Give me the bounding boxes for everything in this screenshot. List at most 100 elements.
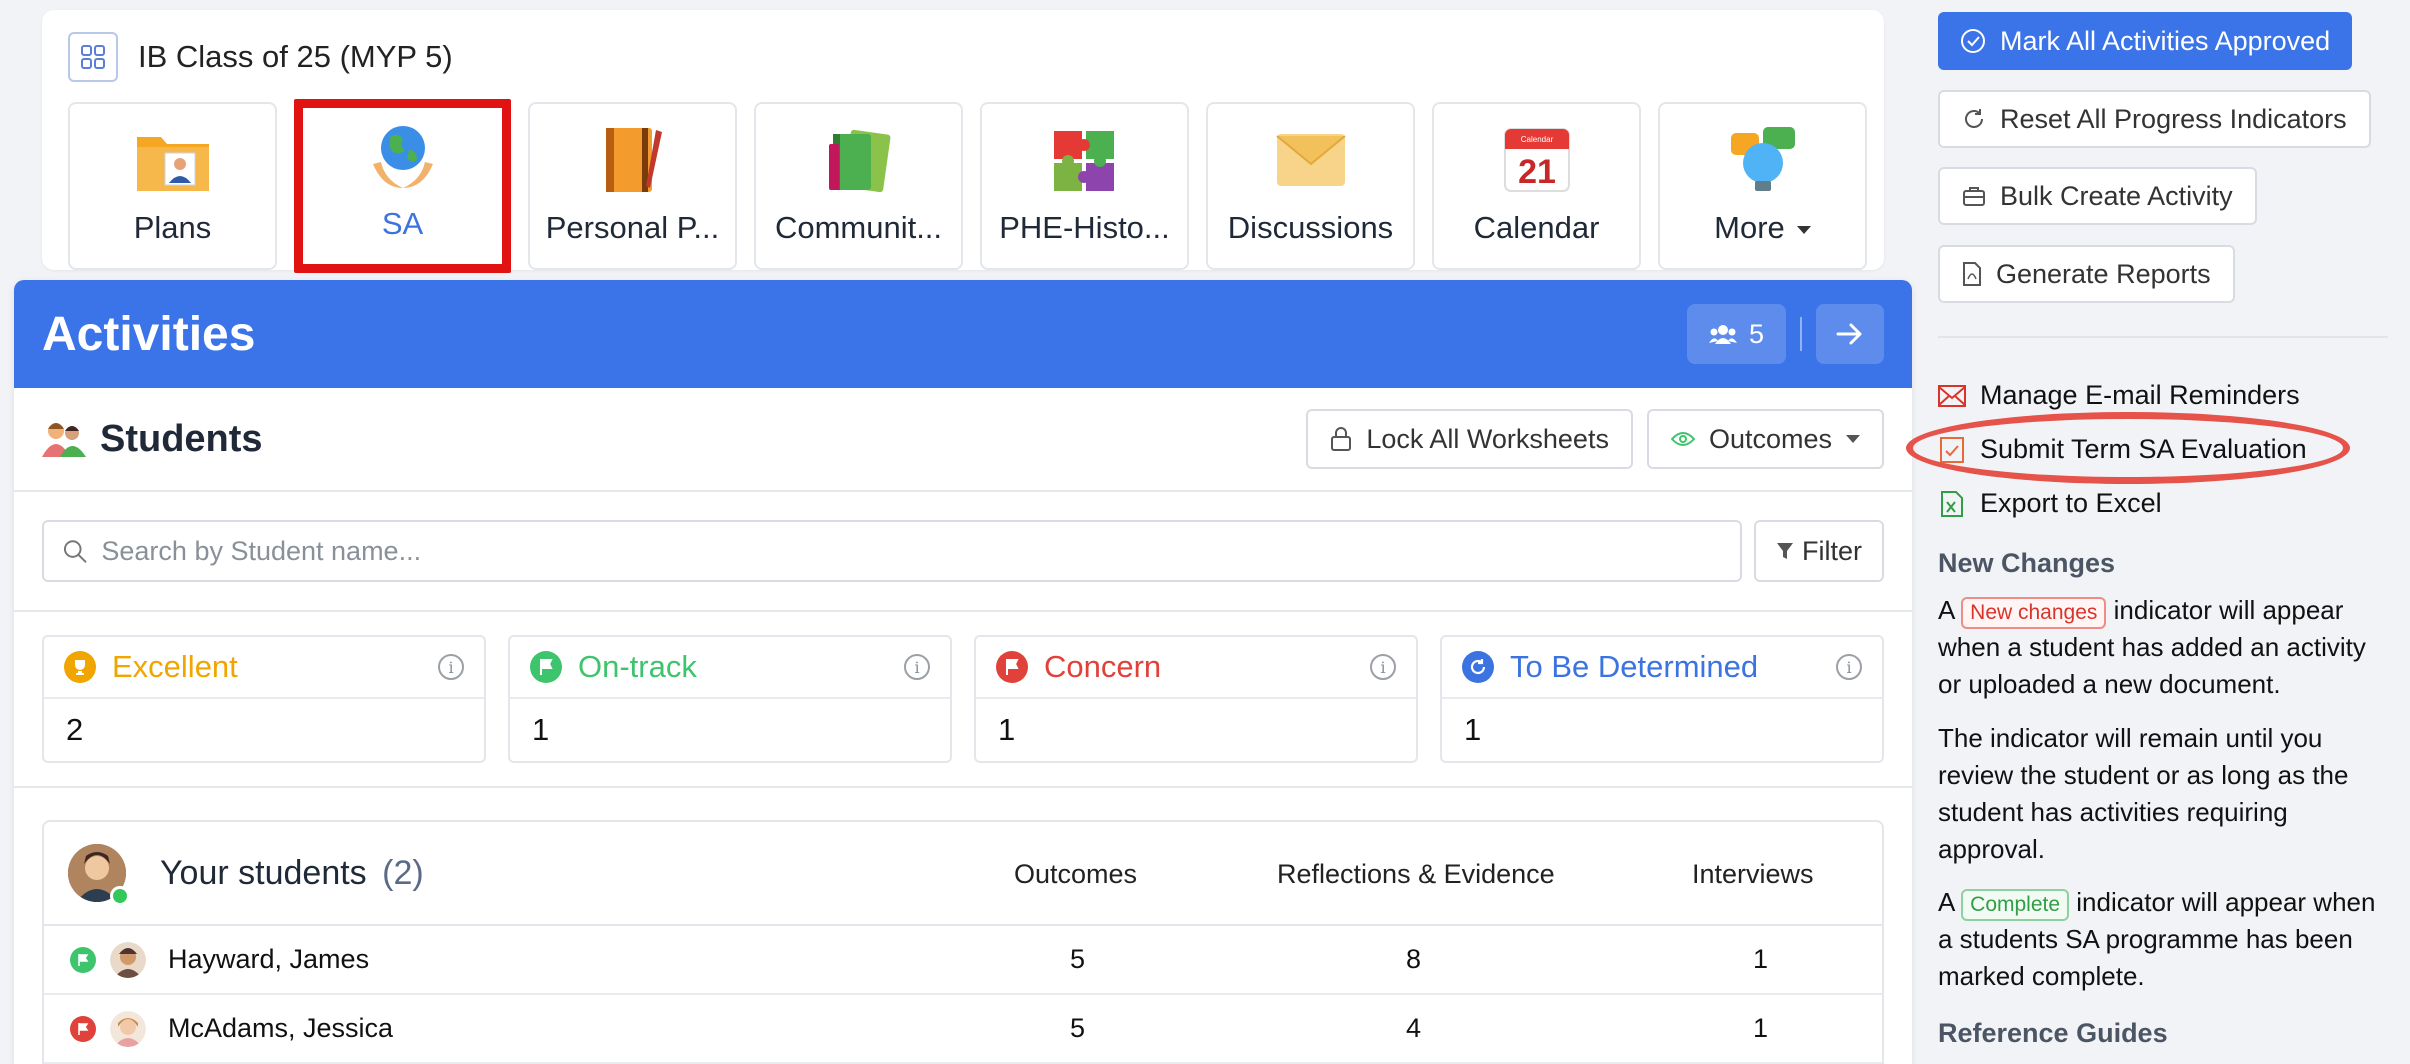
your-students-title: Your students (2) bbox=[160, 854, 424, 893]
outcomes-dropdown[interactable]: Outcomes bbox=[1646, 409, 1884, 469]
calendar-caption: Calendar bbox=[1520, 135, 1553, 144]
status-card-excellent[interactable]: Excellent i 2 bbox=[42, 635, 486, 763]
status-summary: Excellent i 2 On-track i 1 Concern i 1 T… bbox=[14, 612, 1912, 788]
your-students-label: Your students bbox=[160, 853, 367, 892]
eye-icon bbox=[1670, 432, 1695, 446]
your-students-header: Your students (2) Outcomes Reflections &… bbox=[44, 822, 1882, 926]
sidebar-divider bbox=[1938, 336, 2388, 338]
new-changes-badge: New changes bbox=[1961, 597, 2107, 629]
reflections-count: 8 bbox=[1406, 944, 1422, 974]
header-divider bbox=[1800, 317, 1802, 351]
submit-term-sa-evaluation-link[interactable]: Submit Term SA Evaluation bbox=[1938, 434, 2307, 465]
status-label-group: On-track bbox=[530, 649, 697, 685]
app-tile-more[interactable]: More bbox=[1658, 102, 1867, 270]
mark-all-approved-button[interactable]: Mark All Activities Approved bbox=[1938, 12, 2353, 70]
link-label: Export to Excel bbox=[1980, 488, 2162, 518]
activities-panel: Activities 5 Students Lock All Worksheet… bbox=[14, 280, 1912, 1064]
column-header-reflections[interactable]: Reflections & Evidence bbox=[1277, 822, 1555, 926]
students-actions: Lock All Worksheets Outcomes bbox=[1306, 409, 1884, 469]
status-count: 1 bbox=[1464, 712, 1482, 747]
status-card-concern[interactable]: Concern i 1 bbox=[974, 635, 1418, 763]
link-label: Manage E-mail Reminders bbox=[1980, 380, 2300, 410]
info-icon[interactable]: i bbox=[1836, 654, 1862, 680]
status-count: 1 bbox=[532, 712, 550, 747]
lock-all-worksheets-button[interactable]: Lock All Worksheets bbox=[1306, 409, 1633, 469]
manage-email-reminders-link[interactable]: Manage E-mail Reminders bbox=[1938, 380, 2300, 411]
reflections-count: 4 bbox=[1406, 1013, 1422, 1043]
users-icon bbox=[1708, 325, 1737, 344]
student-name[interactable]: McAdams, Jessica bbox=[168, 1013, 393, 1044]
indicator-paragraph: The indicator will remain until you revi… bbox=[1938, 723, 2349, 864]
app-tile-community[interactable]: Communit... bbox=[754, 102, 963, 270]
arrow-right-icon bbox=[1836, 323, 1862, 345]
reset-label: Reset All Progress Indicators bbox=[2000, 103, 2347, 134]
right-sidebar: Mark All Activities Approved Reset All P… bbox=[1906, 0, 2410, 1064]
app-label: Communit... bbox=[774, 210, 943, 245]
bulk-create-activity-button[interactable]: Bulk Create Activity bbox=[1938, 167, 2257, 225]
info-icon[interactable]: i bbox=[438, 654, 464, 680]
app-label: SA bbox=[381, 206, 424, 241]
apps-grid-button[interactable] bbox=[68, 32, 118, 82]
check-circle-icon bbox=[1961, 29, 1985, 53]
class-header: IB Class of 25 (MYP 5) bbox=[68, 32, 453, 82]
status-card-on-track[interactable]: On-track i 1 bbox=[508, 635, 952, 763]
app-label: PHE-Histo... bbox=[999, 210, 1170, 245]
app-tile-discussions[interactable]: Discussions bbox=[1206, 102, 1415, 270]
avatar bbox=[110, 1010, 146, 1047]
column-header-interviews[interactable]: Interviews bbox=[1692, 822, 1814, 926]
students-bar: Students Lock All Worksheets Outcomes bbox=[14, 388, 1912, 492]
grid-icon bbox=[81, 45, 105, 69]
status-label-group: To Be Determined bbox=[1462, 649, 1758, 685]
column-header-outcomes[interactable]: Outcomes bbox=[1014, 822, 1137, 926]
flag-icon bbox=[70, 1015, 96, 1042]
export-to-excel-link[interactable]: Export to Excel bbox=[1938, 488, 2162, 519]
filter-button[interactable]: Filter bbox=[1754, 520, 1884, 582]
status-head: Excellent i bbox=[44, 637, 484, 699]
table-row[interactable]: Hayward, James 5 8 1 bbox=[44, 926, 1882, 995]
filter-icon bbox=[1777, 543, 1793, 559]
flag-icon bbox=[70, 946, 96, 973]
students-title: Students bbox=[100, 417, 263, 460]
generate-reports-button[interactable]: Generate Reports bbox=[1938, 245, 2235, 303]
folder-person-icon bbox=[135, 124, 211, 196]
students-icon bbox=[42, 423, 86, 457]
app-label: Plans bbox=[133, 210, 212, 245]
checklist-icon bbox=[1940, 436, 1964, 463]
app-tile-personal-project[interactable]: Personal P... bbox=[528, 102, 737, 270]
status-card-to-be-determined[interactable]: To Be Determined i 1 bbox=[1440, 635, 1884, 763]
refresh-icon bbox=[1462, 651, 1494, 683]
group-count: 5 bbox=[1748, 318, 1764, 349]
app-tile-sa[interactable]: SA bbox=[294, 99, 511, 273]
reset-progress-button[interactable]: Reset All Progress Indicators bbox=[1938, 90, 2371, 148]
avatar bbox=[110, 941, 146, 978]
status-head: On-track i bbox=[510, 637, 950, 699]
class-card: IB Class of 25 (MYP 5) Plans SA Personal… bbox=[42, 10, 1884, 273]
notebook-pen-icon bbox=[595, 124, 671, 196]
app-tile-plans[interactable]: Plans bbox=[68, 102, 277, 270]
group-members-button[interactable]: 5 bbox=[1686, 304, 1786, 364]
student-name[interactable]: Hayward, James bbox=[168, 944, 369, 975]
new-changes-paragraph: A New changes indicator will appear when… bbox=[1938, 592, 2388, 703]
table-row[interactable]: McAdams, Jessica 5 4 1 bbox=[44, 995, 1882, 1064]
your-students-table: Your students (2) Outcomes Reflections &… bbox=[42, 820, 1884, 1064]
info-icon[interactable]: i bbox=[1370, 654, 1396, 680]
next-button[interactable] bbox=[1816, 304, 1884, 364]
search-box bbox=[42, 520, 1742, 582]
app-tile-calendar[interactable]: Calendar 21 Calendar bbox=[1432, 102, 1641, 270]
status-count: 2 bbox=[66, 712, 84, 747]
caret-down-icon bbox=[1796, 225, 1811, 234]
refresh-icon bbox=[1965, 109, 1983, 128]
reports-label: Generate Reports bbox=[1996, 258, 2211, 289]
interviews-count: 1 bbox=[1753, 1013, 1769, 1043]
filter-label: Filter bbox=[1802, 535, 1862, 566]
app-tile-phe-history[interactable]: PHE-Histo... bbox=[980, 102, 1189, 270]
status-label: Excellent bbox=[112, 649, 238, 684]
text: A bbox=[1938, 887, 1954, 917]
avatar bbox=[68, 844, 130, 906]
search-input[interactable] bbox=[101, 535, 1722, 567]
your-students-count: (2) bbox=[382, 853, 424, 892]
envelope-icon bbox=[1938, 384, 1966, 407]
reference-guides-heading: Reference Guides bbox=[1938, 1018, 2168, 1048]
class-title: IB Class of 25 (MYP 5) bbox=[138, 39, 453, 74]
info-icon[interactable]: i bbox=[904, 654, 930, 680]
